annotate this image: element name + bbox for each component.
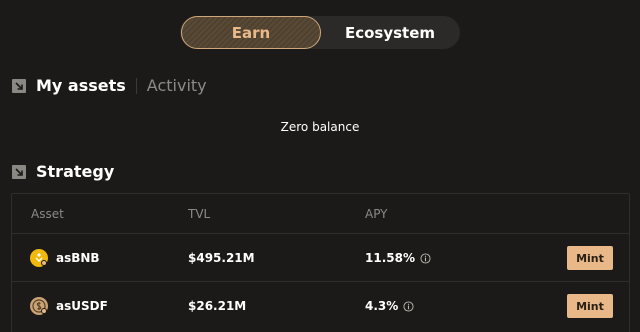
- tvl-value: $495.21M: [188, 251, 255, 265]
- earn-ecosystem-switch: Earn Ecosystem: [180, 16, 460, 49]
- tab-earn[interactable]: Earn: [181, 16, 321, 49]
- table-row[interactable]: asUSDF $26.21M 4.3% Mint: [12, 282, 629, 330]
- mint-button[interactable]: Mint: [567, 294, 613, 318]
- asset-cell: asBNB: [30, 234, 100, 282]
- bnb-token-icon: [30, 249, 48, 267]
- apy-value: 11.58%: [365, 251, 415, 265]
- info-icon[interactable]: [403, 300, 414, 312]
- apy-cell: 4.3%: [365, 282, 414, 330]
- column-tvl: TVL: [188, 207, 211, 221]
- asset-name: asUSDF: [56, 299, 108, 313]
- tvl-value: $26.21M: [188, 299, 247, 313]
- apy-value: 4.3%: [365, 299, 399, 313]
- asset-name: asBNB: [56, 251, 100, 265]
- strategy-header: Strategy: [12, 162, 114, 181]
- column-apy: APY: [365, 207, 388, 221]
- header-divider: [135, 77, 137, 94]
- asset-cell: asUSDF: [30, 282, 108, 330]
- table-row[interactable]: asBNB $495.21M 11.58% Mint: [12, 234, 629, 282]
- apy-cell: 11.58%: [365, 234, 431, 282]
- strategy-title: Strategy: [36, 162, 115, 181]
- strategy-table: Asset TVL APY asBNB $495.21M 11.58% Mint…: [11, 193, 630, 332]
- usdf-token-icon: [30, 297, 48, 315]
- tab-ecosystem[interactable]: Ecosystem: [322, 16, 458, 49]
- table-header: Asset TVL APY: [12, 194, 629, 234]
- info-icon[interactable]: [420, 252, 431, 264]
- column-asset: Asset: [31, 207, 64, 221]
- my-assets-header: My assets Activity: [12, 76, 207, 95]
- mint-button[interactable]: Mint: [567, 246, 613, 270]
- my-assets-title[interactable]: My assets: [36, 76, 126, 95]
- empty-balance-text: Zero balance: [280, 120, 360, 134]
- arrow-down-right-icon: [12, 164, 26, 179]
- arrow-down-right-icon: [12, 78, 26, 93]
- tab-activity[interactable]: Activity: [147, 76, 207, 95]
